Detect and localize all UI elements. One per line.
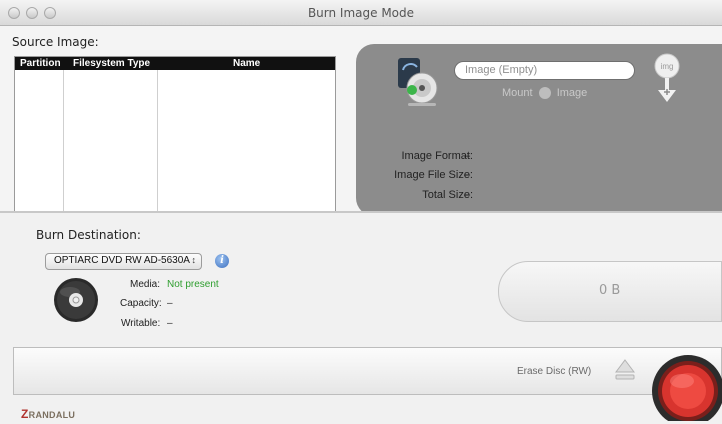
column-header-partition[interactable]: Partition <box>20 58 61 69</box>
capacity-label: Capacity: <box>120 298 162 309</box>
mount-image-button[interactable]: Mount Image <box>502 87 588 100</box>
column-divider <box>157 70 158 213</box>
drive-image-icon[interactable] <box>394 56 442 108</box>
burn-size-value: 0 B <box>599 283 621 298</box>
mount-image-label: Image <box>556 87 588 100</box>
app-window: Burn Image Mode Source Image: Partition … <box>0 0 722 424</box>
logo-text: RANDALU <box>28 410 76 420</box>
source-image-label: Source Image: <box>12 35 99 49</box>
writable-label: Writable: <box>121 318 161 329</box>
image-panel: Image (Empty) Mount Image img Image Form… <box>356 44 722 216</box>
destination-pane: Burn Destination: OPTIARC DVD RW AD-5630… <box>0 213 722 424</box>
column-header-filesystem-type[interactable]: Filesystem Type <box>73 58 150 69</box>
mount-icon <box>538 87 551 100</box>
total-size-value: – <box>464 189 471 201</box>
img-badge-text: img <box>661 62 674 71</box>
media-label: Media: <box>130 279 161 290</box>
logo-mark: Z <box>21 407 29 421</box>
image-path-field[interactable]: Image (Empty) <box>454 61 635 80</box>
disc-icon <box>54 278 98 322</box>
zrandalu-logo: ZRANDALU <box>21 407 75 421</box>
burn-button-icon[interactable] <box>648 353 722 421</box>
eject-icon[interactable] <box>614 358 636 382</box>
title-bar: Burn Image Mode <box>0 0 722 26</box>
erase-disc-label: Erase Disc (RW) <box>517 366 592 377</box>
media-value: Not present <box>167 279 219 290</box>
capacity-value: – <box>167 298 173 309</box>
image-format-value: – <box>464 150 471 162</box>
writable-value: – <box>167 318 173 329</box>
column-header-name[interactable]: Name <box>233 58 260 69</box>
burn-destination-label: Burn Destination: <box>36 228 141 242</box>
source-pane: Source Image: Partition Filesystem Type … <box>0 26 722 216</box>
partition-table-header: Partition Filesystem Type Name <box>15 57 335 70</box>
burn-bar: Erase Disc (RW) <box>13 347 722 395</box>
drive-select[interactable]: OPTIARC DVD RW AD-5630A ↕ <box>45 253 202 270</box>
image-format-label: Image Format: <box>401 150 473 162</box>
info-icon[interactable]: i <box>215 254 229 268</box>
column-divider <box>63 70 64 213</box>
select-stepper-icon: ↕ <box>191 255 197 265</box>
drive-select-value: OPTIARC DVD RW AD-5630A <box>54 255 190 266</box>
image-file-size-label: Image File Size: <box>394 169 473 181</box>
img-badge-icon[interactable]: img <box>652 52 682 106</box>
image-file-size-value: – <box>464 169 471 181</box>
mount-label: Mount <box>502 87 533 100</box>
window-title: Burn Image Mode <box>307 6 415 20</box>
partition-table[interactable]: Partition Filesystem Type Name <box>14 56 336 214</box>
burn-size-display: 0 B <box>498 261 722 322</box>
